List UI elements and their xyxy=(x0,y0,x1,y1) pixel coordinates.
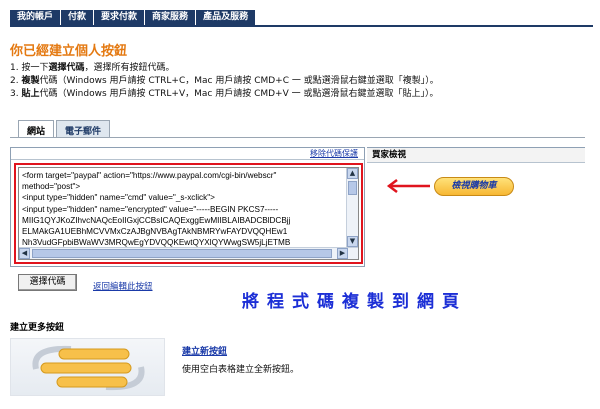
step-3: 3. 貼上代碼（Windows 用戶請按 CTRL+V，Mac 用戶請按 CMD… xyxy=(10,89,439,99)
scroll-left-icon[interactable]: ◀ xyxy=(19,248,30,259)
red-arrow-icon xyxy=(386,179,430,193)
code-textarea[interactable]: <form target="paypal" action="https://ww… xyxy=(18,167,359,260)
nav-pay[interactable]: 付款 xyxy=(61,10,95,25)
nav-merchant-services[interactable]: 商家服務 xyxy=(145,10,197,25)
tab-bar: 網站 電子郵件 xyxy=(18,120,112,137)
code-highlight-box: <form target="paypal" action="https://ww… xyxy=(14,163,363,264)
new-button-thumbnail xyxy=(10,338,165,396)
tab-email[interactable]: 電子郵件 xyxy=(56,120,111,137)
code-panel-header: 移除代碼保護 xyxy=(11,148,364,160)
step-2: 2. 複製代碼（Windows 用戶請按 CTRL+C，Mac 用戶請按 CMD… xyxy=(10,76,439,86)
code-panel: 移除代碼保護 <form target="paypal" action="htt… xyxy=(10,147,365,267)
buyer-preview-header: 買家檢視 xyxy=(367,147,585,163)
code-text: <form target="paypal" action="https://ww… xyxy=(22,171,291,248)
horizontal-scrollbar[interactable]: ◀ ▶ xyxy=(19,247,358,259)
buttons-illustration-icon xyxy=(32,345,145,391)
nav-my-account[interactable]: 我的帳戶 xyxy=(10,10,62,25)
view-cart-button[interactable]: 檢視購物車 xyxy=(434,177,514,196)
step-1: 1. 按一下選擇代碼，選擇所有按鈕代碼。 xyxy=(10,63,175,73)
scroll-down-icon[interactable]: ▼ xyxy=(347,236,358,247)
back-to-edit-link[interactable]: 返回編輯此按鈕 xyxy=(93,280,153,292)
instruction-steps: 1. 按一下選擇代碼，選擇所有按鈕代碼。 2. 複製代碼（Windows 用戶請… xyxy=(10,62,439,101)
remove-code-protection-link[interactable]: 移除代碼保護 xyxy=(310,149,358,158)
tab-website[interactable]: 網站 xyxy=(18,120,55,137)
select-code-button[interactable]: 選擇代碼 xyxy=(18,274,77,291)
scroll-up-icon[interactable]: ▲ xyxy=(347,168,358,179)
nav-underline xyxy=(10,25,593,27)
copy-code-annotation: 將程式碼複製到網頁 xyxy=(242,292,467,312)
create-new-button-link[interactable]: 建立新按鈕 xyxy=(182,344,227,357)
create-more-title: 建立更多按鈕 xyxy=(10,323,65,333)
vertical-scrollbar[interactable]: ▲ ▼ xyxy=(346,168,358,247)
nav-request-payment[interactable]: 要求付款 xyxy=(94,10,146,25)
scroll-right-icon[interactable]: ▶ xyxy=(337,248,348,259)
horizontal-scroll-thumb[interactable] xyxy=(32,249,332,258)
create-new-button-description: 使用空白表格建立全新按鈕。 xyxy=(182,365,300,375)
tab-divider xyxy=(10,137,585,138)
page-title: 你已經建立個人按鈕 xyxy=(10,44,128,59)
top-nav: 我的帳戶 付款 要求付款 商家服務 產品及服務 xyxy=(10,10,257,25)
vertical-scroll-thumb[interactable] xyxy=(348,181,357,195)
nav-products-services[interactable]: 產品及服務 xyxy=(196,10,257,25)
